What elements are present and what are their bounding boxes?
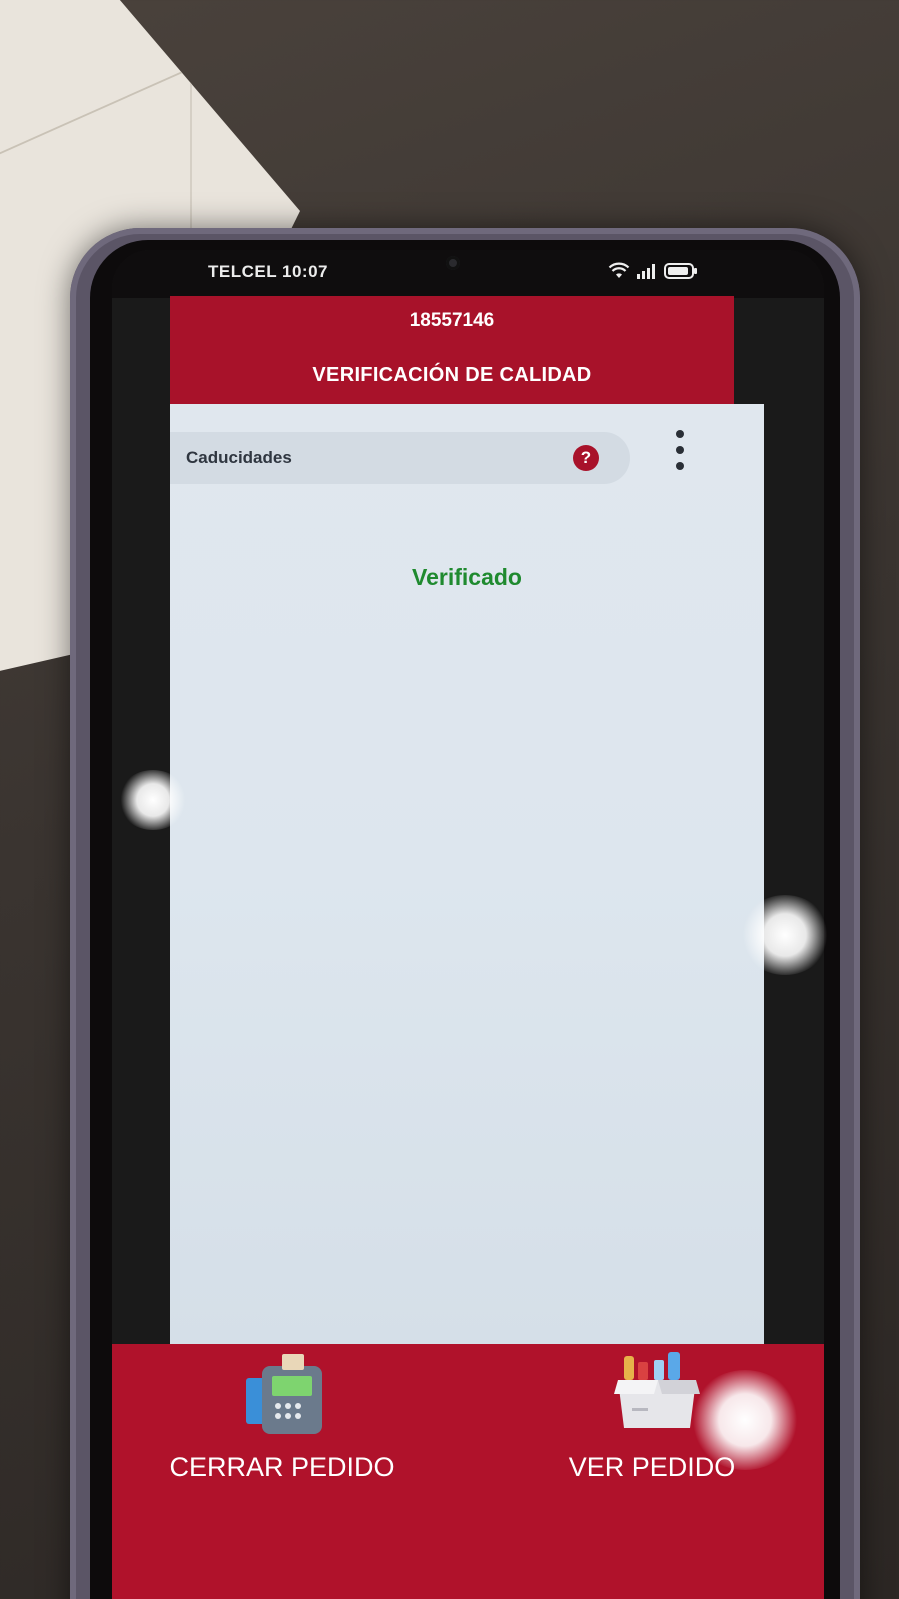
- help-icon[interactable]: ?: [573, 445, 599, 471]
- carrier-time: TELCEL 10:07: [208, 262, 329, 281]
- status-icons: [608, 262, 698, 280]
- more-vertical-icon[interactable]: [670, 430, 690, 482]
- verification-status: Verificado: [412, 564, 522, 590]
- pos-terminal-icon: [246, 1354, 322, 1434]
- close-order-button[interactable]: CERRAR PEDIDO: [142, 1344, 422, 1524]
- order-number: 18557146: [409, 310, 495, 331]
- section-caducidades[interactable]: Caducidades ?: [170, 432, 630, 484]
- screen-glare: [740, 895, 830, 975]
- battery-icon: [664, 263, 697, 279]
- front-camera: [446, 256, 460, 270]
- section-label: Caducidades: [186, 448, 292, 467]
- screen-glare: [690, 1370, 800, 1470]
- page-title: VERIFICACIÓN DE CALIDAD: [312, 364, 592, 386]
- screen-glare: [118, 770, 188, 830]
- close-order-label: CERRAR PEDIDO: [169, 1452, 395, 1482]
- status-bar: TELCEL 10:07: [112, 250, 824, 298]
- main-content: Caducidades ? Verificado: [170, 404, 764, 1344]
- app-header: 18557146 VERIFICACIÓN DE CALIDAD: [170, 296, 734, 404]
- signal-icon: [637, 264, 655, 279]
- grocery-box-icon: [614, 1352, 700, 1428]
- wifi-icon: [608, 262, 630, 278]
